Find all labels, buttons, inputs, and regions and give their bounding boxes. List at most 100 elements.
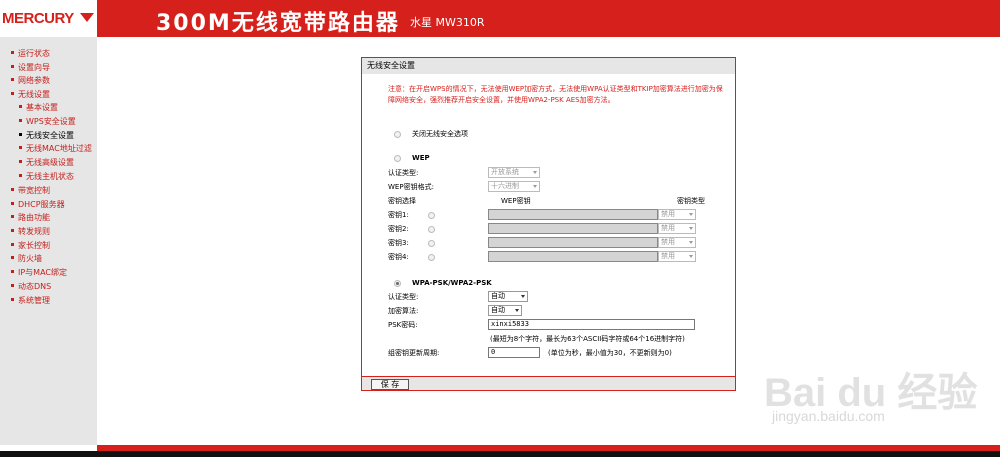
- sidebar-item-mac-filter[interactable]: 无线MAC地址过滤: [19, 143, 92, 155]
- wpa-cipher-select[interactable]: 自动: [488, 305, 522, 316]
- wpa-psk-label: WPA-PSK/WPA2-PSK: [412, 279, 492, 287]
- radio-key3[interactable]: [428, 240, 435, 247]
- sidebar-item-network[interactable]: 网络参数: [11, 75, 50, 87]
- sidebar-item-wireless-basic[interactable]: 基本设置: [19, 102, 58, 114]
- bullet-icon: [19, 146, 22, 149]
- wep-format-label: WEP密钥格式:: [388, 183, 434, 191]
- logo-area: MERCURY: [0, 0, 97, 37]
- radio-security-off[interactable]: [394, 131, 401, 138]
- watermark-url: jingyan.baidu.com: [772, 408, 885, 424]
- radio-key2[interactable]: [428, 226, 435, 233]
- chevron-down-icon: [689, 213, 693, 216]
- key2-type-select[interactable]: 禁用: [658, 223, 696, 234]
- wep-auth-select[interactable]: 开放系统: [488, 167, 540, 178]
- save-button[interactable]: 保 存: [371, 379, 409, 390]
- key4-input[interactable]: [488, 251, 658, 262]
- wpa-auth-select[interactable]: 自动: [488, 291, 528, 302]
- logo-mark-icon: [80, 13, 94, 22]
- brand-logo: MERCURY: [2, 10, 74, 27]
- bullet-icon: [11, 78, 14, 81]
- key2-input[interactable]: [488, 223, 658, 234]
- chevron-down-icon: [515, 309, 519, 312]
- rekey-period-input[interactable]: 0: [488, 347, 540, 358]
- key4-label: 密钥4:: [388, 253, 409, 261]
- chevron-down-icon: [689, 241, 693, 244]
- bullet-icon: [11, 243, 14, 246]
- product-title: 300M无线宽带路由器: [156, 11, 400, 36]
- bullet-icon: [11, 202, 14, 205]
- rekey-period-hint: (单位为秒，最小值为30，不更新则为0): [548, 349, 672, 357]
- wep-label: WEP: [412, 154, 430, 162]
- sidebar-item-ip-mac[interactable]: IP与MAC绑定: [11, 267, 67, 279]
- psk-password-input[interactable]: xinxi5833: [488, 319, 695, 330]
- key3-type-select[interactable]: 禁用: [658, 237, 696, 248]
- radio-key4[interactable]: [428, 254, 435, 261]
- chevron-down-icon: [689, 227, 693, 230]
- sidebar-item-routing[interactable]: 路由功能: [11, 212, 50, 224]
- sidebar-item-wireless[interactable]: 无线设置: [11, 89, 50, 101]
- sidebar-item-wireless-security[interactable]: 无线安全设置: [19, 130, 74, 142]
- wpa-cipher-label: 加密算法:: [388, 307, 419, 315]
- radio-wpa-psk[interactable]: [394, 280, 401, 287]
- bullet-icon: [19, 174, 22, 177]
- radio-key1[interactable]: [428, 212, 435, 219]
- radio-wep[interactable]: [394, 155, 401, 162]
- col-key-type: 密钥类型: [677, 197, 705, 205]
- bullet-icon: [19, 160, 22, 163]
- key3-input[interactable]: [488, 237, 658, 248]
- sidebar-item-status[interactable]: 运行状态: [11, 48, 50, 60]
- key1-type-select[interactable]: 禁用: [658, 209, 696, 220]
- bullet-icon: [11, 298, 14, 301]
- bullet-icon: [19, 119, 22, 122]
- option-off-label: 关闭无线安全选项: [412, 130, 468, 138]
- chevron-down-icon: [521, 295, 525, 298]
- bullet-icon: [11, 256, 14, 259]
- footer-dark-bar: [0, 451, 1000, 457]
- sidebar-item-ddns[interactable]: 动态DNS: [11, 281, 51, 293]
- key1-label: 密钥1:: [388, 211, 409, 219]
- col-key-select: 密钥选择: [388, 197, 416, 205]
- key2-label: 密钥2:: [388, 225, 409, 233]
- bullet-icon: [19, 105, 22, 108]
- security-notice: 注意：在开启WPS的情况下，无法使用WEP加密方式，无法使用WPA认证类型和TK…: [388, 85, 723, 104]
- wep-auth-label: 认证类型:: [388, 169, 419, 177]
- sidebar-item-wizard[interactable]: 设置向导: [11, 62, 50, 74]
- chevron-down-icon: [533, 171, 537, 174]
- sidebar-item-parental[interactable]: 家长控制: [11, 240, 50, 252]
- wpa-auth-label: 认证类型:: [388, 293, 419, 301]
- top-banner: MERCURY 300M无线宽带路由器 水星 MW310R: [0, 0, 1000, 37]
- key4-type-select[interactable]: 禁用: [658, 251, 696, 262]
- rekey-period-label: 组密钥更新周期:: [388, 349, 440, 357]
- sidebar-item-wireless-advanced[interactable]: 无线高级设置: [19, 157, 74, 169]
- model-name: 水星 MW310R: [410, 16, 485, 29]
- bullet-icon: [11, 51, 14, 54]
- sidebar-menu: 运行状态 设置向导 网络参数 无线设置 基本设置 WPS安全设置 无线安全设置 …: [0, 37, 97, 445]
- sidebar-item-system[interactable]: 系统管理: [11, 295, 50, 307]
- sidebar-item-forwarding[interactable]: 转发规则: [11, 226, 50, 238]
- bullet-icon: [11, 284, 14, 287]
- key3-label: 密钥3:: [388, 239, 409, 247]
- bullet-icon: [11, 229, 14, 232]
- baidu-watermark: Bai du 经验 jingyan.baidu.com: [758, 360, 998, 440]
- bullet-icon: [11, 65, 14, 68]
- chevron-down-icon: [533, 185, 537, 188]
- chevron-down-icon: [689, 255, 693, 258]
- sidebar-item-firewall[interactable]: 防火墙: [11, 253, 42, 265]
- sidebar-item-dhcp[interactable]: DHCP服务器: [11, 199, 65, 211]
- sidebar-item-bandwidth[interactable]: 带宽控制: [11, 185, 50, 197]
- wireless-security-panel: 无线安全设置 注意：在开启WPS的情况下，无法使用WEP加密方式，无法使用WPA…: [361, 57, 736, 391]
- sidebar-item-wps[interactable]: WPS安全设置: [19, 116, 76, 128]
- wep-format-select[interactable]: 十六进制: [488, 181, 540, 192]
- key1-input[interactable]: [488, 209, 658, 220]
- panel-footer: 保 存: [362, 376, 735, 390]
- col-wep-key: WEP密钥: [501, 197, 531, 205]
- bullet-icon: [11, 92, 14, 95]
- bullet-icon: [11, 215, 14, 218]
- bullet-icon: [19, 133, 22, 136]
- bullet-icon: [11, 188, 14, 191]
- psk-hint: (最短为8个字符，最长为63个ASCII码字符或64个16进制字符): [490, 335, 685, 343]
- bullet-icon: [11, 270, 14, 273]
- panel-title: 无线安全设置: [362, 58, 735, 74]
- sidebar-item-wireless-hosts[interactable]: 无线主机状态: [19, 171, 74, 183]
- psk-password-label: PSK密码:: [388, 321, 418, 329]
